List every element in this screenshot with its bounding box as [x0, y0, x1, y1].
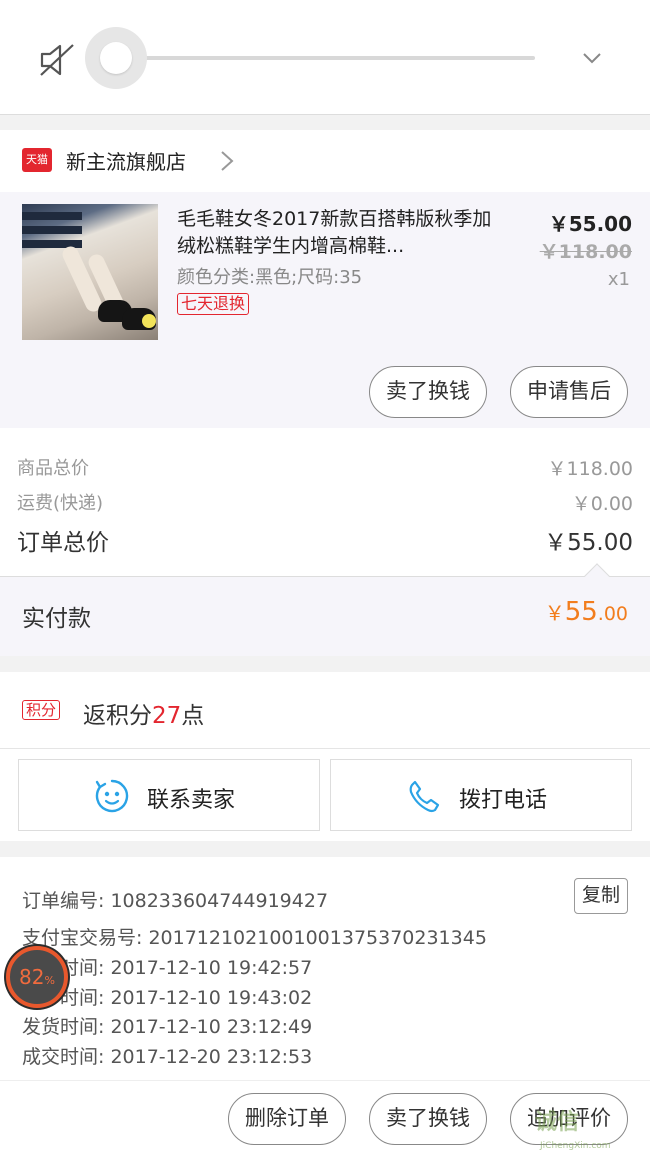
chat-icon [95, 779, 129, 813]
product-quantity: x1 [607, 269, 630, 290]
created-time: 时间: 2017-12-10 19:42:57 [60, 957, 313, 979]
points-text: 返积分27点 [83, 696, 204, 730]
chevron-right-icon [221, 151, 234, 171]
shipped-time: 发货时间: 2017-12-10 23:12:49 [22, 1016, 313, 1038]
product-variant: 颜色分类:黑色;尺码:35 [177, 267, 363, 288]
memory-percent: 82 [19, 965, 45, 989]
goods-total-label: 商品总价 [17, 458, 89, 479]
watermark-url: JiChengXin.com [540, 1141, 611, 1151]
shop-header[interactable]: 天猫 新主流旗舰店 [0, 130, 650, 192]
product-title[interactable]: 毛毛鞋女冬2017新款百搭韩版秋季加绒松糕鞋学生内增高棉鞋... [177, 206, 507, 260]
call-phone-label: 拨打电话 [459, 788, 548, 813]
shipping-value: ￥0.00 [571, 493, 633, 515]
order-total-label: 订单总价 [17, 530, 109, 556]
alipay-trade-number: 支付宝交易号: 2017121021001001375370231345 [22, 927, 487, 949]
points-count: 27 [152, 703, 182, 729]
volume-panel [0, 0, 650, 115]
contact-seller-button[interactable]: 联系卖家 [18, 759, 320, 831]
order-info: 订单编号: 108233604744919427 复制 支付宝交易号: 2017… [0, 857, 650, 1080]
delete-order-button[interactable]: 删除订单 [228, 1093, 346, 1145]
completed-time: 成交时间: 2017-12-20 23:12:53 [22, 1046, 313, 1068]
tmall-icon: 天猫 [22, 148, 52, 172]
volume-slider-thumb[interactable] [100, 42, 132, 74]
paid-integer: 55 [564, 597, 598, 627]
chevron-down-icon[interactable] [580, 46, 604, 70]
shipping-label: 运费(快递) [17, 493, 104, 514]
points-suffix: 点 [181, 703, 205, 729]
product-item[interactable]: 毛毛鞋女冬2017新款百搭韩版秋季加绒松糕鞋学生内增高棉鞋... 颜色分类:黑色… [0, 192, 650, 428]
sell-exchange-button[interactable]: 卖了换钱 [369, 366, 487, 418]
volume-slider-track[interactable] [115, 56, 535, 60]
sell-exchange-bottom-button[interactable]: 卖了换钱 [369, 1093, 487, 1145]
phone-icon [409, 780, 440, 813]
goods-total-value: ￥118.00 [547, 458, 633, 480]
points-row: 积分 返积分27点 [0, 672, 650, 749]
actual-paid-amount: ￥55.00 [545, 597, 628, 627]
order-total-value: ￥55.00 [544, 530, 633, 556]
product-original-price: ￥118.00 [539, 241, 632, 263]
memory-boost-widget[interactable]: 82% [6, 946, 68, 1008]
paid-time: 时间: 2017-12-10 19:43:02 [60, 987, 313, 1009]
paid-currency: ￥ [544, 601, 565, 625]
shop-name[interactable]: 新主流旗舰店 [66, 146, 186, 175]
order-number: 订单编号: 108233604744919427 [22, 890, 329, 912]
call-phone-button[interactable]: 拨打电话 [330, 759, 632, 831]
points-badge: 积分 [22, 700, 61, 720]
product-price: ￥55.00 [548, 212, 632, 236]
price-summary: 商品总价 ￥118.00 运费(快递) ￥0.00 订单总价 ￥55.00 [0, 428, 650, 576]
points-prefix: 返积分 [83, 703, 152, 729]
return-policy-badge: 七天退换 [177, 293, 250, 315]
contact-section: 联系卖家 拨打电话 [0, 749, 650, 841]
actual-paid-row: 实付款 ￥55.00 [0, 576, 650, 656]
volume-mute-icon[interactable] [38, 40, 78, 80]
watermark-logo: 诚信 [535, 1110, 580, 1135]
paid-decimal: .00 [597, 603, 628, 625]
actual-paid-label: 实付款 [22, 606, 91, 632]
after-sales-button[interactable]: 申请售后 [510, 366, 628, 418]
memory-percent-unit: % [44, 974, 55, 987]
contact-seller-label: 联系卖家 [147, 788, 236, 813]
product-image[interactable] [22, 204, 158, 340]
copy-button[interactable]: 复制 [574, 878, 628, 914]
